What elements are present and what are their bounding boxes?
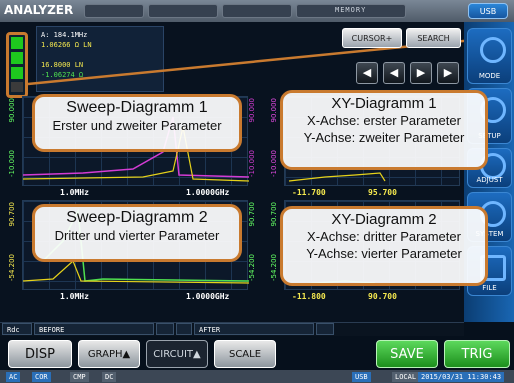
- sweep1-yright-top-label: 90.000: [248, 98, 256, 123]
- usb-indicator: USB: [352, 372, 371, 382]
- mode-label: MODE: [478, 72, 501, 80]
- xy1-ytop-label: 90.000: [270, 98, 278, 123]
- mode-icon: [480, 37, 506, 63]
- callout-line: [27, 34, 514, 86]
- local-indicator: LOCAL: [392, 372, 420, 382]
- sweep2-ybottom-label: -54.200: [8, 254, 16, 282]
- status-slot-1: [156, 323, 174, 335]
- after-field: AFTER: [194, 323, 314, 335]
- sweep1-yright-bottom-label: -10.000: [248, 150, 256, 178]
- xy2-ytop-label: 90.700: [270, 202, 278, 227]
- xy1-xend-label: 95.700: [368, 188, 397, 197]
- sweep2-xend-label: 1.0000GHz: [186, 292, 230, 301]
- annotation-sweep-2-title: Sweep-Diagramm 2: [66, 209, 208, 226]
- annotation-xy-1-sub1: X-Achse: erster Parameter: [307, 113, 461, 128]
- ac-indicator: AC: [6, 372, 21, 382]
- sweep1-ytop-label: 90.000: [8, 98, 16, 123]
- annotation-xy-1-sub2: Y-Achse: zweiter Parameter: [303, 130, 465, 145]
- status-slot-3: [316, 323, 334, 335]
- datetime: 2015/03/31 11:30:43: [418, 372, 505, 382]
- cursor-left-fast-button[interactable]: ◀: [356, 62, 378, 84]
- annotation-xy-1-title: XY-Diagramm 1: [331, 95, 437, 112]
- xy2-xend-label: 90.700: [368, 292, 397, 301]
- xy1-xstart-label: -11.700: [292, 188, 326, 197]
- trig-button[interactable]: TRIG: [444, 340, 510, 368]
- sweep2-yright-top-label: 90.700: [248, 202, 256, 227]
- cursor-right-fast-button[interactable]: ▶: [437, 62, 459, 84]
- graph-button[interactable]: GRAPH▲: [78, 340, 140, 368]
- xy2-ybottom-label: -54.200: [270, 254, 278, 282]
- annotation-xy-1: XY-Diagramm 1 X-Achse: erster Parameter …: [280, 90, 488, 170]
- cursor-right-button[interactable]: ▶: [410, 62, 432, 84]
- sweep2-yright-bottom-label: -54.200: [248, 254, 256, 282]
- annotation-sweep-2: Sweep-Diagramm 2 Dritter und vierter Par…: [32, 204, 242, 262]
- save-button[interactable]: SAVE: [376, 340, 438, 368]
- dc-indicator: DC: [102, 372, 117, 382]
- before-field: BEFORE: [34, 323, 154, 335]
- annotation-xy-2-title: XY-Diagramm 2: [331, 211, 437, 228]
- sweep1-xend-label: 1.0000GHz: [186, 188, 230, 197]
- xy1-ybottom-label: -10.000: [270, 150, 278, 178]
- sweep1-ybottom-label: -10.000: [8, 150, 16, 178]
- disp-button[interactable]: DISP: [8, 340, 72, 368]
- sweep2-ytop-label: 90.700: [8, 202, 16, 227]
- annotation-xy-2-sub1: X-Achse: dritter Parameter: [307, 229, 461, 244]
- annotation-sweep-1-sub: Erster und zweiter Parameter: [52, 118, 222, 133]
- circuit-button[interactable]: CIRCUIT▲: [146, 340, 208, 368]
- cmp-indicator: CMP: [70, 372, 89, 382]
- status-slot-2: [176, 323, 192, 335]
- rdc-field: Rdc: [2, 323, 32, 335]
- adjust-label: ADJUST: [476, 176, 503, 184]
- cursor-button[interactable]: CURSOR+: [342, 28, 402, 48]
- annotation-sweep-2-sub: Dritter und vierter Parameter: [54, 228, 220, 243]
- cor-indicator: COR: [32, 372, 51, 382]
- annotation-xy-2-sub2: Y-Achse: vierter Parameter: [306, 246, 462, 261]
- search-button[interactable]: SEARCH: [406, 28, 461, 48]
- mode-button[interactable]: MODE: [467, 28, 512, 84]
- cursor-left-button[interactable]: ◀: [383, 62, 405, 84]
- xy2-xstart-label: -11.800: [292, 292, 326, 301]
- annotation-sweep-1: Sweep-Diagramm 1 Erster und zweiter Para…: [32, 94, 242, 152]
- sweep2-xstart-label: 1.0MHz: [60, 292, 89, 301]
- annotation-xy-2: XY-Diagramm 2 X-Achse: dritter Parameter…: [280, 206, 488, 286]
- scale-button[interactable]: SCALE: [214, 340, 276, 368]
- annotation-sweep-1-title: Sweep-Diagramm 1: [66, 99, 208, 116]
- sweep1-xstart-label: 1.0MHz: [60, 188, 89, 197]
